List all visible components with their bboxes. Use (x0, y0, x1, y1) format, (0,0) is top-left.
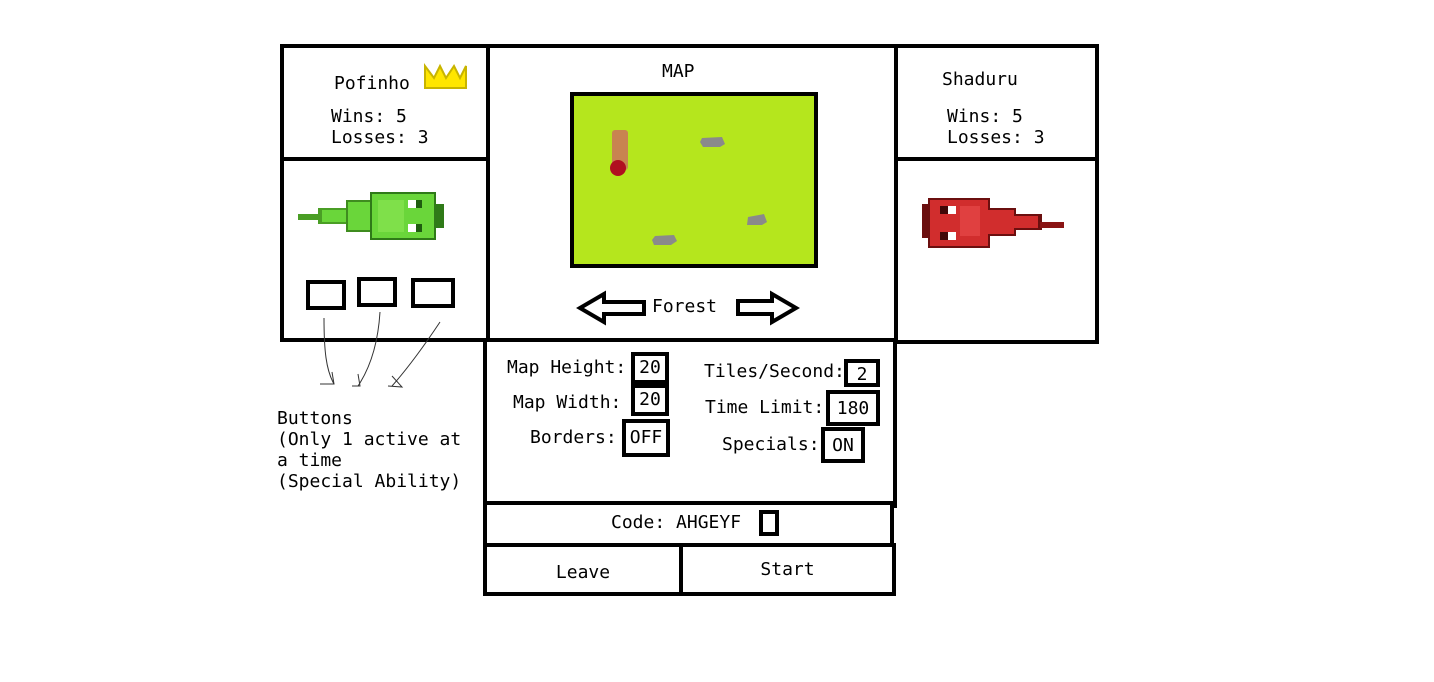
left-player-name: Pofinho (334, 73, 410, 94)
specials-label: Specials: (722, 434, 820, 455)
start-button[interactable]: Start (679, 543, 896, 596)
leave-button[interactable]: Leave (483, 543, 683, 596)
special-ability-button-2[interactable] (357, 277, 397, 307)
map-snake (610, 130, 628, 176)
annotation-line-2: (Only 1 active at (277, 429, 462, 450)
arrow-right-icon[interactable] (736, 290, 800, 326)
green-snake-avatar (298, 192, 444, 240)
time-limit-input[interactable]: 180 (826, 390, 880, 426)
tiles-per-second-label: Tiles/Second: (704, 361, 845, 382)
leave-button-label: Leave (555, 562, 611, 583)
map-title: MAP (662, 61, 695, 82)
map-width-input[interactable]: 20 (631, 384, 669, 416)
lobby-code: Code: AHGEYF (611, 512, 742, 533)
start-button-label: Start (760, 559, 815, 580)
rock-icon (652, 235, 677, 245)
right-player-name: Shaduru (942, 69, 1018, 90)
specials-toggle[interactable]: ON (821, 427, 865, 463)
right-player-losses: Losses: 3 (947, 127, 1045, 148)
time-limit-label: Time Limit: (705, 397, 825, 418)
tiles-per-second-input[interactable]: 2 (844, 359, 880, 387)
annotation-line-4: (Special Ability) (277, 471, 462, 492)
red-snake-avatar (922, 198, 1064, 248)
map-height-label: Map Height: (507, 357, 627, 378)
map-height-input[interactable]: 20 (631, 352, 669, 384)
annotation-arrows (320, 311, 441, 388)
left-panel-divider (280, 157, 488, 161)
left-player-wins: Wins: 5 (331, 106, 407, 127)
left-player-losses: Losses: 3 (331, 127, 429, 148)
map-preview (570, 92, 818, 268)
rock-icon (747, 214, 767, 225)
special-ability-button-3[interactable] (411, 278, 455, 308)
borders-label: Borders: (530, 427, 617, 448)
copy-icon[interactable] (759, 510, 779, 536)
right-player-wins: Wins: 5 (947, 106, 1023, 127)
map-name: Forest (652, 296, 718, 317)
map-width-label: Map Width: (513, 392, 622, 413)
crown-icon (424, 63, 467, 89)
borders-toggle[interactable]: OFF (622, 419, 670, 457)
arrow-left-icon[interactable] (576, 290, 648, 326)
annotation-line-3: a time (277, 450, 343, 471)
right-panel-divider (894, 157, 1097, 161)
annotation-line-1: Buttons (277, 408, 353, 429)
rock-icon (700, 137, 725, 147)
special-ability-button-1[interactable] (306, 280, 346, 310)
